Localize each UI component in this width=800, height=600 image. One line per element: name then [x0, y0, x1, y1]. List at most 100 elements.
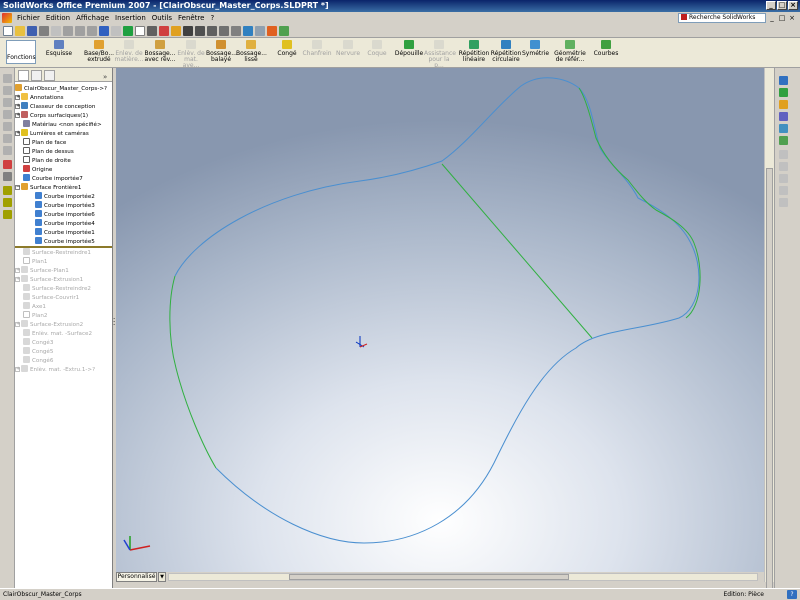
expand-icon[interactable]: + [15, 322, 20, 327]
rebuild-icon[interactable] [123, 25, 133, 36]
rotate-view-icon[interactable] [219, 25, 229, 36]
paste-icon[interactable] [87, 25, 97, 36]
configuration-manager-tab[interactable] [44, 70, 55, 81]
doc-minimize-button[interactable]: _ [768, 14, 776, 22]
print-preview-icon[interactable] [51, 25, 61, 36]
graphics-area[interactable] [116, 68, 764, 582]
minimize-button[interactable]: _ [766, 1, 776, 10]
horizontal-scroll-thumb[interactable] [289, 574, 569, 580]
arc-icon[interactable] [3, 122, 12, 131]
tree-item-suppressed[interactable]: Surface-Couvrir1 [15, 293, 112, 302]
expand-icon[interactable]: + [15, 367, 20, 372]
toolbar-icon[interactable] [779, 186, 788, 195]
select-icon[interactable] [135, 25, 145, 36]
relations-icon[interactable] [3, 186, 12, 195]
menu-window[interactable]: Fenêtre [175, 14, 207, 22]
rib-button[interactable]: Nervure [334, 40, 362, 66]
configuration-tab[interactable]: Personnalisé [116, 572, 157, 582]
extruded-boss-button[interactable]: Base/Bo... extrudé [84, 40, 114, 66]
expand-icon[interactable]: + [15, 95, 20, 100]
tree-item[interactable]: Origine [15, 165, 112, 174]
tree-item[interactable]: − Surface Frontière1 [15, 183, 112, 192]
tree-item-suppressed[interactable]: Congé6 [15, 356, 112, 365]
new-file-icon[interactable] [3, 25, 13, 36]
expand-icon[interactable]: + [15, 268, 20, 273]
tree-item-suppressed[interactable]: + Surface-Plan1 [15, 266, 112, 275]
tree-item[interactable]: + Corps surfaciques(1) [15, 111, 112, 120]
mirror-button[interactable]: Symétrie [522, 40, 549, 66]
revolved-cut-button[interactable]: Enlèv. de mat. ave... [176, 40, 206, 69]
realview-icon[interactable] [279, 25, 289, 36]
vertical-scroll-thumb[interactable] [766, 168, 773, 600]
doc-restore-button[interactable]: □ [778, 14, 786, 22]
menu-insert[interactable]: Insertion [112, 14, 149, 22]
tree-item-suppressed[interactable]: + Surface-Extrusion1 [15, 275, 112, 284]
close-button[interactable]: × [788, 1, 798, 10]
extruded-cut-button[interactable]: Enlev. de matière... [114, 40, 144, 66]
toolbar-icon[interactable] [779, 162, 788, 171]
zoom-area-icon[interactable] [195, 25, 205, 36]
tree-item[interactable]: Courbe importée2 [15, 192, 112, 201]
tree-item-suppressed[interactable]: Enlèv. mat. -Surface2 [15, 329, 112, 338]
doc-close-button[interactable]: × [788, 14, 796, 22]
fillet-button[interactable]: Congé [274, 40, 300, 66]
photoworks-icon[interactable] [779, 136, 788, 145]
horizontal-scrollbar[interactable] [168, 573, 758, 581]
tree-item-suppressed[interactable]: Plan2 [15, 311, 112, 320]
expand-icon[interactable]: + [15, 104, 20, 109]
zoom-to-fit-icon[interactable] [183, 25, 193, 36]
shell-button[interactable]: Coque [364, 40, 390, 66]
point-icon[interactable] [3, 146, 12, 155]
tree-item[interactable]: Courbe importée1 [15, 228, 112, 237]
tree-item[interactable]: Courbe importée6 [15, 210, 112, 219]
curves-button[interactable]: Courbes [592, 40, 620, 66]
tree-item-suppressed[interactable]: Axe1 [15, 302, 112, 311]
offset-icon[interactable] [3, 172, 12, 181]
menu-edit[interactable]: Edition [43, 14, 73, 22]
tree-item[interactable]: Plan de droite [15, 156, 112, 165]
circular-pattern-button[interactable]: Répétition circulaire [490, 40, 522, 66]
rectangle-icon[interactable] [3, 98, 12, 107]
chamfer-button[interactable]: Chanfrein [302, 40, 332, 66]
linear-pattern-button[interactable]: Répétition linéaire [458, 40, 490, 66]
open-folder-icon[interactable] [15, 25, 25, 36]
pan-icon[interactable] [231, 25, 241, 36]
design-library-icon[interactable] [779, 88, 788, 97]
feature-tree-tab[interactable] [18, 70, 29, 81]
swept-boss-button[interactable]: Bossage... balayé [206, 40, 237, 66]
tree-item[interactable]: + Classeur de conception [15, 102, 112, 111]
save-icon[interactable] [27, 25, 37, 36]
hole-wizard-button[interactable]: Assistance pour la p... [424, 40, 456, 69]
zoom-in-out-icon[interactable] [207, 25, 217, 36]
solidworks-logo-icon[interactable] [2, 13, 12, 23]
sketch-icon[interactable] [147, 25, 157, 36]
tree-item-suppressed[interactable]: + Surface-Extrusion2 [15, 320, 112, 329]
tab-features[interactable]: Fonctions [6, 40, 36, 64]
tree-item[interactable]: + Lumières et caméras [15, 129, 112, 138]
sketch-button[interactable]: Esquisse [40, 40, 78, 66]
draft-button[interactable]: Dépouille [394, 40, 424, 66]
section-view-icon[interactable] [267, 25, 277, 36]
repair-sketch-icon[interactable] [3, 198, 12, 207]
tree-item[interactable]: Courbe importée7 [15, 174, 112, 183]
tree-item-suppressed[interactable]: Plan1 [15, 257, 112, 266]
tree-item[interactable]: Courbe importée5 [15, 237, 112, 246]
solidworks-resources-icon[interactable] [779, 76, 788, 85]
help-icon[interactable]: ? [787, 590, 797, 599]
tree-item-suppressed[interactable]: Surface-Restreindre1 [15, 248, 112, 257]
vertical-scrollbar[interactable] [764, 68, 774, 600]
maximize-button[interactable]: □ [777, 1, 787, 10]
expand-icon[interactable]: + [15, 277, 20, 282]
line-icon[interactable] [3, 86, 12, 95]
search-field[interactable]: Recherche SolidWorks [678, 13, 766, 23]
toolbar-icon[interactable] [779, 150, 788, 159]
spline-icon[interactable] [3, 134, 12, 143]
tree-root[interactable]: ClairObscur_Master_Corps->? [15, 84, 112, 93]
reference-geometry-button[interactable]: Géométrie de référ... [554, 40, 586, 66]
tree-item[interactable]: Matériau <non spécifié> [15, 120, 112, 129]
tree-item[interactable]: Plan de dessus [15, 147, 112, 156]
menu-tools[interactable]: Outils [149, 14, 175, 22]
copy-icon[interactable] [75, 25, 85, 36]
undo-icon[interactable] [99, 25, 109, 36]
lofted-boss-button[interactable]: Bossage... lissé [236, 40, 267, 66]
